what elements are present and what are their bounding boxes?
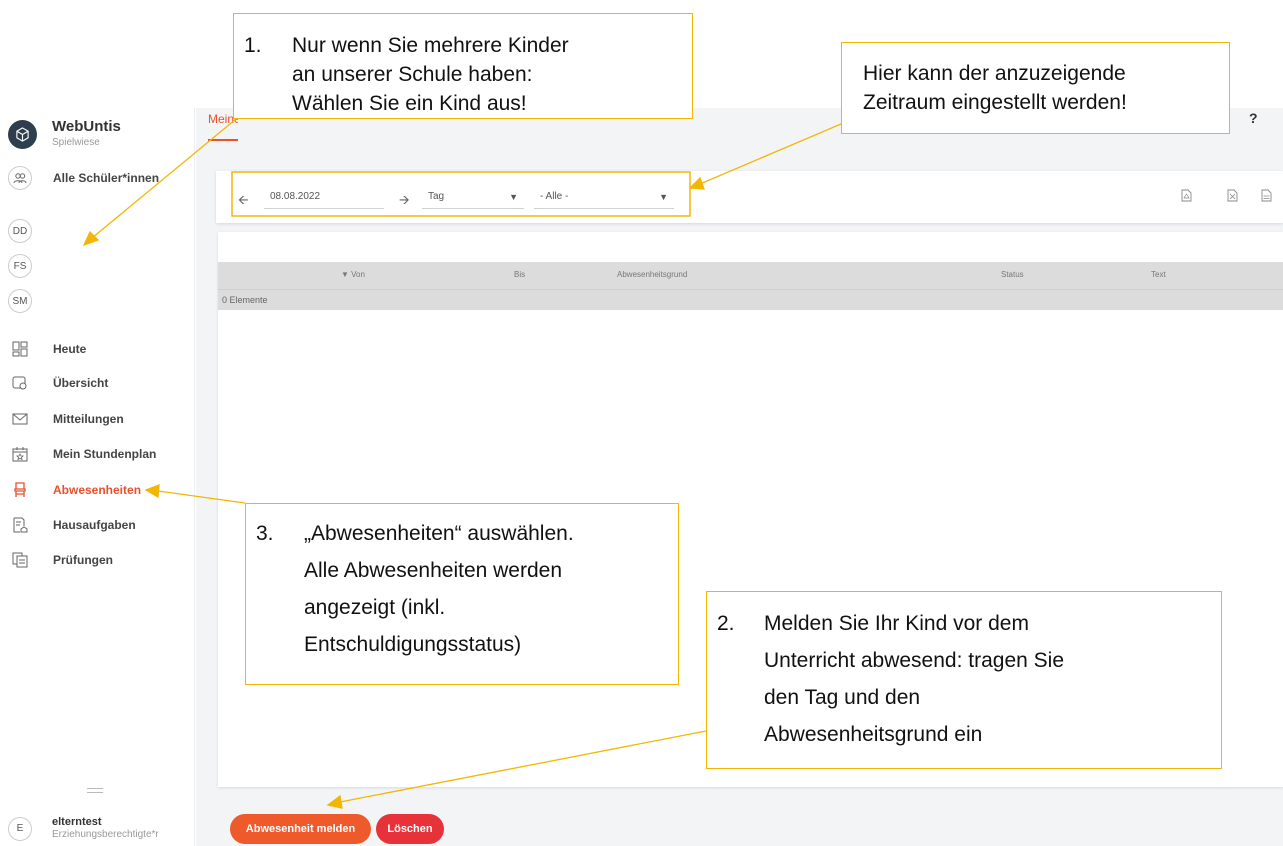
sidebar: WebUntis Spielwiese Alle Schüler*innen D… xyxy=(0,108,195,846)
nav-item-heute[interactable]: Heute xyxy=(12,339,86,359)
column-bis[interactable]: Bis xyxy=(514,270,525,279)
nav-item-pruefungen[interactable]: Prüfungen xyxy=(12,550,113,570)
nav-item-uebersicht[interactable]: Übersicht xyxy=(12,373,108,393)
callout-number: 2. xyxy=(717,612,735,635)
column-text[interactable]: Text xyxy=(1151,270,1166,279)
user-avatar: E xyxy=(8,816,32,841)
column-von[interactable]: ▼ Von xyxy=(341,270,365,279)
callout-line: Alle Abwesenheiten werden xyxy=(304,559,563,582)
brand-title: WebUntis xyxy=(52,118,121,135)
student-avatar: DD xyxy=(8,219,32,243)
callout-line: Zeitraum eingestellt werden! xyxy=(863,91,1127,114)
cube-logo-icon xyxy=(8,119,37,149)
date-input[interactable]: 08.08.2022 xyxy=(264,185,384,209)
student-fs[interactable]: FS xyxy=(8,254,32,278)
nav-label: Mitteilungen xyxy=(53,412,124,426)
nav-label: Abwesenheiten xyxy=(53,483,142,497)
callout-number: 1. xyxy=(244,34,262,57)
student-avatar: FS xyxy=(8,254,32,278)
all-students-item[interactable]: Alle Schüler*innen xyxy=(8,166,159,190)
period-select-value: Tag xyxy=(428,191,445,202)
collapse-menu-icon[interactable] xyxy=(87,788,103,796)
chair-icon xyxy=(12,482,28,498)
caret-down-icon: ▼ xyxy=(659,192,668,202)
callout-line: angezeigt (inkl. xyxy=(304,596,446,619)
callout-select-absences: 3. „Abwesenheiten“ auswählen. Alle Abwes… xyxy=(245,503,679,685)
homework-icon xyxy=(12,517,28,533)
callout-line: Abwesenheitsgrund ein xyxy=(764,723,983,746)
callout-line: Unterricht abwesend: tragen Sie xyxy=(764,649,1064,672)
user-role: Erziehungsberechtigte*r xyxy=(52,829,159,840)
exams-icon xyxy=(12,552,28,568)
callout-line: Entschuldigungsstatus) xyxy=(304,633,522,656)
table-header: ▼ Von Bis Abwesenheitsgrund Status Text xyxy=(218,262,1283,289)
nav-label: Übersicht xyxy=(53,376,109,390)
pdf-export-icon[interactable] xyxy=(1181,189,1192,202)
brand-subtitle: Spielwiese xyxy=(52,137,100,148)
sort-down-icon: ▼ xyxy=(341,270,352,279)
overview-icon xyxy=(12,375,28,391)
report-absence-button[interactable]: Abwesenheit melden xyxy=(230,814,371,844)
item-count: 0 Elemente xyxy=(222,295,268,305)
user-name: elterntest xyxy=(52,816,102,828)
callout-line: an unserer Schule haben: xyxy=(292,63,533,86)
period-select[interactable]: Tag ▼ xyxy=(422,185,524,209)
arrow-right-icon[interactable]: 🡪 xyxy=(399,191,410,213)
all-students-label: Alle Schüler*innen xyxy=(53,171,160,185)
column-von-label: Von xyxy=(351,270,365,279)
user-profile[interactable]: E elterntest Erziehungsberechtigte*r xyxy=(8,816,159,841)
nav-label: Prüfungen xyxy=(53,553,113,567)
csv-export-icon[interactable] xyxy=(1261,189,1272,202)
help-button[interactable]: ? xyxy=(1249,110,1258,126)
filter-panel: 🡨 08.08.2022 🡪 Tag ▼ - Alle - ▼ xyxy=(216,171,1283,223)
brand[interactable]: WebUntis Spielwiese xyxy=(8,118,121,150)
student-dd[interactable]: DD xyxy=(8,219,32,243)
selection-select-value: - Alle - xyxy=(540,191,569,202)
column-status[interactable]: Status xyxy=(1001,270,1024,279)
callout-line: Hier kann der anzuzeigende xyxy=(863,62,1126,85)
nav-item-stundenplan[interactable]: Mein Stundenplan xyxy=(12,444,156,464)
students-group-icon xyxy=(8,166,32,190)
envelope-icon xyxy=(12,411,28,427)
callout-set-period: Hier kann der anzuzeigende Zeitraum eing… xyxy=(841,42,1230,134)
caret-down-icon: ▼ xyxy=(509,192,518,202)
table-footer: 0 Elemente xyxy=(218,289,1283,310)
excel-export-icon[interactable] xyxy=(1227,189,1238,202)
callout-report-absence: 2. Melden Sie Ihr Kind vor dem Unterrich… xyxy=(706,591,1222,769)
selection-select[interactable]: - Alle - ▼ xyxy=(534,185,674,209)
dashboard-icon xyxy=(12,341,28,357)
student-sm[interactable]: SM xyxy=(8,289,32,313)
arrow-left-icon[interactable]: 🡨 xyxy=(238,191,249,213)
callout-line: Nur wenn Sie mehrere Kinder xyxy=(292,34,569,57)
nav-label: Heute xyxy=(53,342,87,356)
callout-line: „Abwesenheiten“ auswählen. xyxy=(304,522,574,545)
column-abwesenheitsgrund[interactable]: Abwesenheitsgrund xyxy=(617,270,687,279)
callout-line: Wählen Sie ein Kind aus! xyxy=(292,92,527,115)
screen: WebUntis Spielwiese Alle Schüler*innen D… xyxy=(0,0,1283,846)
student-avatar: SM xyxy=(8,289,32,313)
calendar-icon xyxy=(12,446,28,462)
callout-line: den Tag und den xyxy=(764,686,921,709)
nav-label: Hausaufgaben xyxy=(53,518,136,532)
delete-button[interactable]: Löschen xyxy=(376,814,444,844)
callout-number: 3. xyxy=(256,522,274,545)
nav-item-hausaufgaben[interactable]: Hausaufgaben xyxy=(12,515,136,535)
nav-item-mitteilungen[interactable]: Mitteilungen xyxy=(12,409,124,429)
nav-label: Mein Stundenplan xyxy=(53,447,157,461)
callout-line: Melden Sie Ihr Kind vor dem xyxy=(764,612,1029,635)
callout-select-child: 1. Nur wenn Sie mehrere Kinder an unsere… xyxy=(233,13,693,119)
nav-item-abwesenheiten[interactable]: Abwesenheiten xyxy=(12,480,141,500)
